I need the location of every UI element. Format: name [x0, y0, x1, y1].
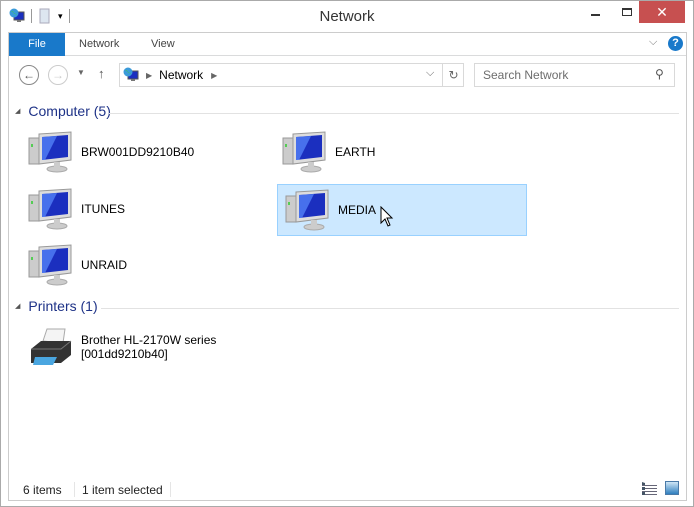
help-icon[interactable]: ? — [668, 36, 683, 51]
close-button[interactable]: ✕ — [639, 1, 685, 23]
up-arrow-icon[interactable]: ↑ — [98, 66, 105, 81]
breadcrumb-chevron-icon[interactable]: ▶ — [146, 71, 152, 80]
maximize-icon — [622, 8, 632, 16]
divider — [170, 482, 171, 497]
ribbon-tabs: File Network View ⌵ ? — [9, 33, 686, 56]
list-item[interactable]: BRW001DD9210B40 — [21, 126, 271, 178]
list-item[interactable]: ITUNES — [21, 183, 271, 235]
group-label: Printers (1) — [28, 298, 98, 314]
group-header-computer[interactable]: ◢ Computer (5) — [15, 103, 111, 119]
item-label: EARTH — [335, 145, 376, 159]
group-header-printers[interactable]: ◢ Printers (1) — [15, 298, 98, 314]
item-label: UNRAID — [81, 258, 128, 272]
divider — [109, 113, 679, 114]
item-label: MEDIA — [338, 203, 377, 217]
explorer-window: ▾ Network ✕ File Network View ⌵ ? ← → ▼ … — [0, 0, 694, 507]
mouse-cursor-icon — [380, 206, 394, 227]
forward-arrow-icon: → — [52, 68, 64, 82]
network-icon — [123, 67, 139, 83]
minimize-button[interactable] — [579, 1, 611, 23]
computer-icon — [284, 188, 332, 232]
breadcrumb-network[interactable]: Network — [159, 68, 203, 82]
list-item[interactable]: UNRAID — [21, 239, 271, 291]
address-dropdown-icon[interactable]: ⌵ — [426, 67, 434, 80]
back-button[interactable]: ← — [19, 65, 39, 85]
selection-count: 1 item selected — [82, 483, 163, 497]
divider — [101, 308, 679, 309]
title-bar: ▾ Network ✕ — [1, 1, 693, 32]
tab-view[interactable]: View — [151, 33, 175, 56]
search-input[interactable]: Search Network — [474, 63, 675, 87]
search-icon: ⚲ — [655, 67, 664, 81]
back-arrow-icon: ← — [23, 68, 35, 82]
breadcrumb-chevron-icon[interactable]: ▶ — [211, 71, 217, 80]
explorer-frame: File Network View ⌵ ? ← → ▼ ↑ ▶ Network … — [8, 32, 687, 501]
item-sublabel: [001dd9210b40] — [81, 347, 168, 361]
computer-icon — [27, 130, 75, 174]
tab-file[interactable]: File — [9, 33, 65, 56]
status-bar: 6 items 1 item selected — [9, 477, 686, 501]
recent-locations-icon[interactable]: ▼ — [77, 68, 85, 77]
printer-icon — [31, 328, 72, 365]
computer-icon — [281, 130, 329, 174]
item-label: BRW001DD9210B40 — [81, 145, 195, 159]
tab-network[interactable]: Network — [79, 33, 119, 56]
forward-button[interactable]: → — [48, 65, 68, 85]
file-list: ◢ Computer (5) BRW001DD9210B40 EARTH ITU… — [9, 95, 686, 475]
expand-ribbon-icon[interactable]: ⌵ — [649, 36, 657, 49]
divider — [74, 482, 75, 497]
address-bar[interactable]: ▶ Network ▶ ⌵ ↻ — [119, 63, 464, 87]
list-item-selected[interactable]: MEDIA — [277, 184, 527, 236]
minimize-icon — [590, 14, 600, 16]
computer-icon — [27, 243, 75, 287]
item-count: 6 items — [23, 483, 62, 497]
details-view-icon[interactable] — [642, 482, 657, 495]
item-label: Brother HL-2170W series — [81, 333, 217, 347]
collapse-icon[interactable]: ◢ — [15, 107, 20, 115]
list-item[interactable]: Brother HL-2170W series [001dd9210b40] — [21, 321, 271, 373]
computer-icon — [27, 187, 75, 231]
refresh-icon[interactable]: ↻ — [442, 64, 464, 86]
group-label: Computer (5) — [28, 103, 111, 119]
navigation-bar: ← → ▼ ↑ ▶ Network ▶ ⌵ ↻ Search Network ⚲ — [9, 57, 686, 93]
list-item[interactable]: EARTH — [275, 126, 525, 178]
collapse-icon[interactable]: ◢ — [15, 302, 20, 310]
large-icons-view-icon[interactable] — [665, 481, 679, 495]
item-label: ITUNES — [81, 202, 126, 216]
